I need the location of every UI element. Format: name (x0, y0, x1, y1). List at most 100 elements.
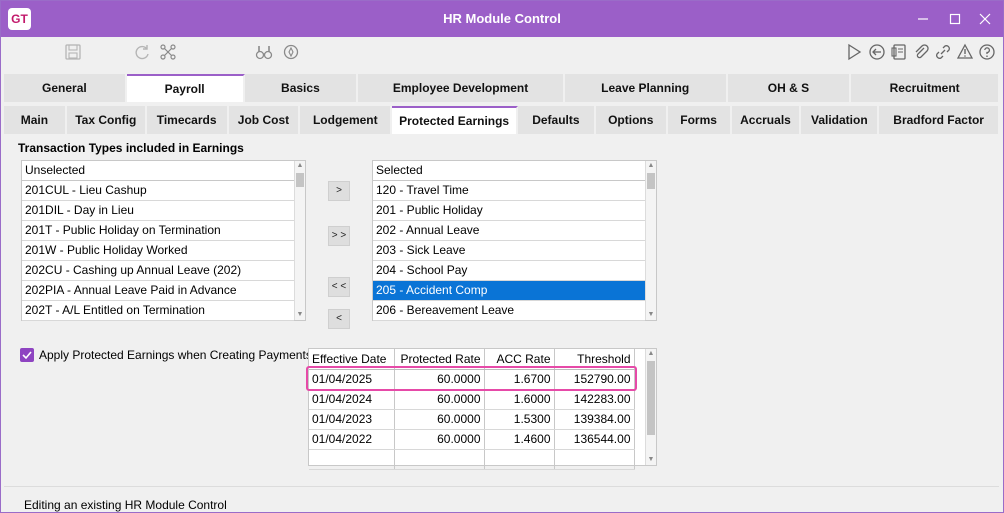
list-item[interactable]: 202PIA - Annual Leave Paid in Advance (22, 281, 294, 301)
table-row-empty[interactable] (309, 449, 635, 470)
table-row[interactable]: 01/04/2025 60.0000 1.6700 152790.00 (309, 369, 635, 390)
unselected-list-header: Unselected (22, 161, 294, 181)
threshold-cell[interactable]: 139384.00 (554, 409, 635, 430)
protected-rate-cell[interactable]: 60.0000 (394, 389, 485, 410)
acc-rate-cell[interactable]: 1.6000 (484, 389, 555, 410)
acc-rate-cell[interactable]: 1.5300 (484, 409, 555, 430)
effective-date-cell[interactable]: 01/04/2022 (309, 429, 395, 450)
list-item[interactable]: 201T - Public Holiday on Termination (22, 221, 294, 241)
list-item[interactable]: 202CU - Cashing up Annual Leave (202) (22, 261, 294, 281)
window-title: HR Module Control (443, 11, 561, 26)
scroll-down-icon[interactable]: ▼ (646, 310, 656, 320)
section-title: Transaction Types included in Earnings (18, 141, 244, 155)
run-button[interactable] (844, 42, 864, 62)
threshold-cell[interactable]: 136544.00 (554, 429, 635, 450)
tab-payroll[interactable]: Payroll (126, 74, 245, 102)
apply-protected-earnings-checkbox[interactable] (20, 348, 34, 362)
table-row[interactable]: 01/04/2024 60.0000 1.6000 142283.00 (309, 389, 635, 410)
unselected-list[interactable]: Unselected 201CUL - Lieu Cashup 201DIL -… (21, 160, 306, 321)
back-button[interactable] (867, 42, 887, 62)
binoculars-icon (255, 46, 273, 60)
list-item[interactable]: 201CUL - Lieu Cashup (22, 181, 294, 201)
tab-protected-earnings[interactable]: Protected Earnings (392, 106, 518, 134)
add-all-button[interactable]: > > (328, 226, 350, 246)
documents-button[interactable] (889, 42, 909, 62)
protected-rate-cell[interactable]: 60.0000 (394, 409, 485, 430)
effective-date-cell[interactable]: 01/04/2024 (309, 389, 395, 410)
column-header-acc-rate[interactable]: ACC Rate (484, 349, 555, 370)
selected-list[interactable]: Selected 120 - Travel Time 201 - Public … (372, 160, 657, 321)
scroll-thumb[interactable] (647, 173, 655, 189)
list-item[interactable]: 201W - Public Holiday Worked (22, 241, 294, 261)
threshold-cell[interactable]: 142283.00 (554, 389, 635, 410)
tab-validation[interactable]: Validation (801, 106, 880, 134)
column-header-protected-rate[interactable]: Protected Rate (394, 349, 485, 370)
acc-rate-cell[interactable]: 1.4600 (484, 429, 555, 450)
tree-button[interactable] (158, 42, 178, 62)
threshold-cell[interactable]: 152790.00 (554, 369, 635, 390)
close-button[interactable] (969, 1, 1001, 37)
protected-rates-grid[interactable]: Effective Date Protected Rate ACC Rate T… (308, 348, 657, 470)
scroll-up-icon[interactable]: ▲ (295, 161, 305, 171)
paperclip-icon (915, 44, 929, 59)
add-button[interactable]: > (328, 181, 350, 201)
tab-timecards[interactable]: Timecards (146, 106, 229, 134)
column-header-threshold[interactable]: Threshold (554, 349, 635, 370)
tab-leave-planning[interactable]: Leave Planning (564, 74, 728, 102)
column-header-effective-date[interactable]: Effective Date (309, 349, 395, 370)
list-item[interactable]: 206 - Bereavement Leave (373, 301, 645, 321)
refresh-button[interactable] (132, 42, 152, 62)
list-item[interactable]: 201 - Public Holiday (373, 201, 645, 221)
scroll-thumb[interactable] (647, 361, 655, 435)
scroll-up-icon[interactable]: ▲ (646, 161, 656, 171)
effective-date-cell[interactable]: 01/04/2025 (309, 369, 395, 390)
protected-rate-cell[interactable]: 60.0000 (394, 369, 485, 390)
tab-forms[interactable]: Forms (667, 106, 732, 134)
link-button[interactable] (933, 42, 953, 62)
scroll-down-icon[interactable]: ▼ (646, 455, 656, 465)
acc-rate-cell[interactable]: 1.6700 (484, 369, 555, 390)
tab-lodgement[interactable]: Lodgement (300, 106, 393, 134)
tab-oh-s[interactable]: OH & S (727, 74, 852, 102)
tab-employee-development[interactable]: Employee Development (358, 74, 565, 102)
list-item[interactable]: 203 - Sick Leave (373, 241, 645, 261)
remove-all-button[interactable]: < < (328, 277, 350, 297)
grid-scrollbar[interactable]: ▲ ▼ (645, 349, 656, 465)
scroll-up-icon[interactable]: ▲ (646, 349, 656, 359)
maximize-button[interactable] (939, 1, 971, 37)
list-item-selected[interactable]: 205 - Accident Comp (373, 281, 645, 301)
effective-date-cell[interactable]: 01/04/2023 (309, 409, 395, 430)
tab-tax-config[interactable]: Tax Config (66, 106, 147, 134)
list-item[interactable]: 204 - School Pay (373, 261, 645, 281)
alert-button[interactable] (955, 42, 975, 62)
list-item[interactable]: 201DIL - Day in Lieu (22, 201, 294, 221)
find-button[interactable] (254, 42, 274, 62)
selected-scrollbar[interactable]: ▲ ▼ (645, 161, 656, 320)
scroll-thumb[interactable] (296, 173, 304, 187)
tab-main[interactable]: Main (4, 106, 67, 134)
tab-job-cost[interactable]: Job Cost (228, 106, 301, 134)
protected-rate-cell[interactable]: 60.0000 (394, 429, 485, 450)
tab-recruitment[interactable]: Recruitment (851, 74, 998, 102)
attach-button[interactable] (911, 42, 931, 62)
help-button[interactable] (977, 42, 997, 62)
save-button[interactable] (63, 42, 83, 62)
list-item[interactable]: 202 - Annual Leave (373, 221, 645, 241)
list-item[interactable]: 120 - Travel Time (373, 181, 645, 201)
tab-bradford-factor[interactable]: Bradford Factor (879, 106, 998, 134)
unselected-scrollbar[interactable]: ▲ ▼ (294, 161, 305, 320)
main-tab-bar: General Payroll Basics Employee Developm… (4, 74, 998, 102)
minimize-button[interactable] (907, 1, 939, 37)
remove-button[interactable]: < (328, 309, 350, 329)
list-item[interactable]: 202T - A/L Entitled on Termination (22, 301, 294, 321)
tab-accruals[interactable]: Accruals (731, 106, 802, 134)
tab-defaults[interactable]: Defaults (517, 106, 596, 134)
scroll-down-icon[interactable]: ▼ (295, 310, 305, 320)
tab-general[interactable]: General (4, 74, 127, 102)
table-row[interactable]: 01/04/2022 60.0000 1.4600 136544.00 (309, 429, 635, 450)
status-text: Editing an existing HR Module Control (24, 498, 227, 512)
tab-options[interactable]: Options (595, 106, 668, 134)
navigate-button[interactable] (281, 42, 301, 62)
tab-basics[interactable]: Basics (244, 74, 359, 102)
table-row[interactable]: 01/04/2023 60.0000 1.5300 139384.00 (309, 409, 635, 430)
